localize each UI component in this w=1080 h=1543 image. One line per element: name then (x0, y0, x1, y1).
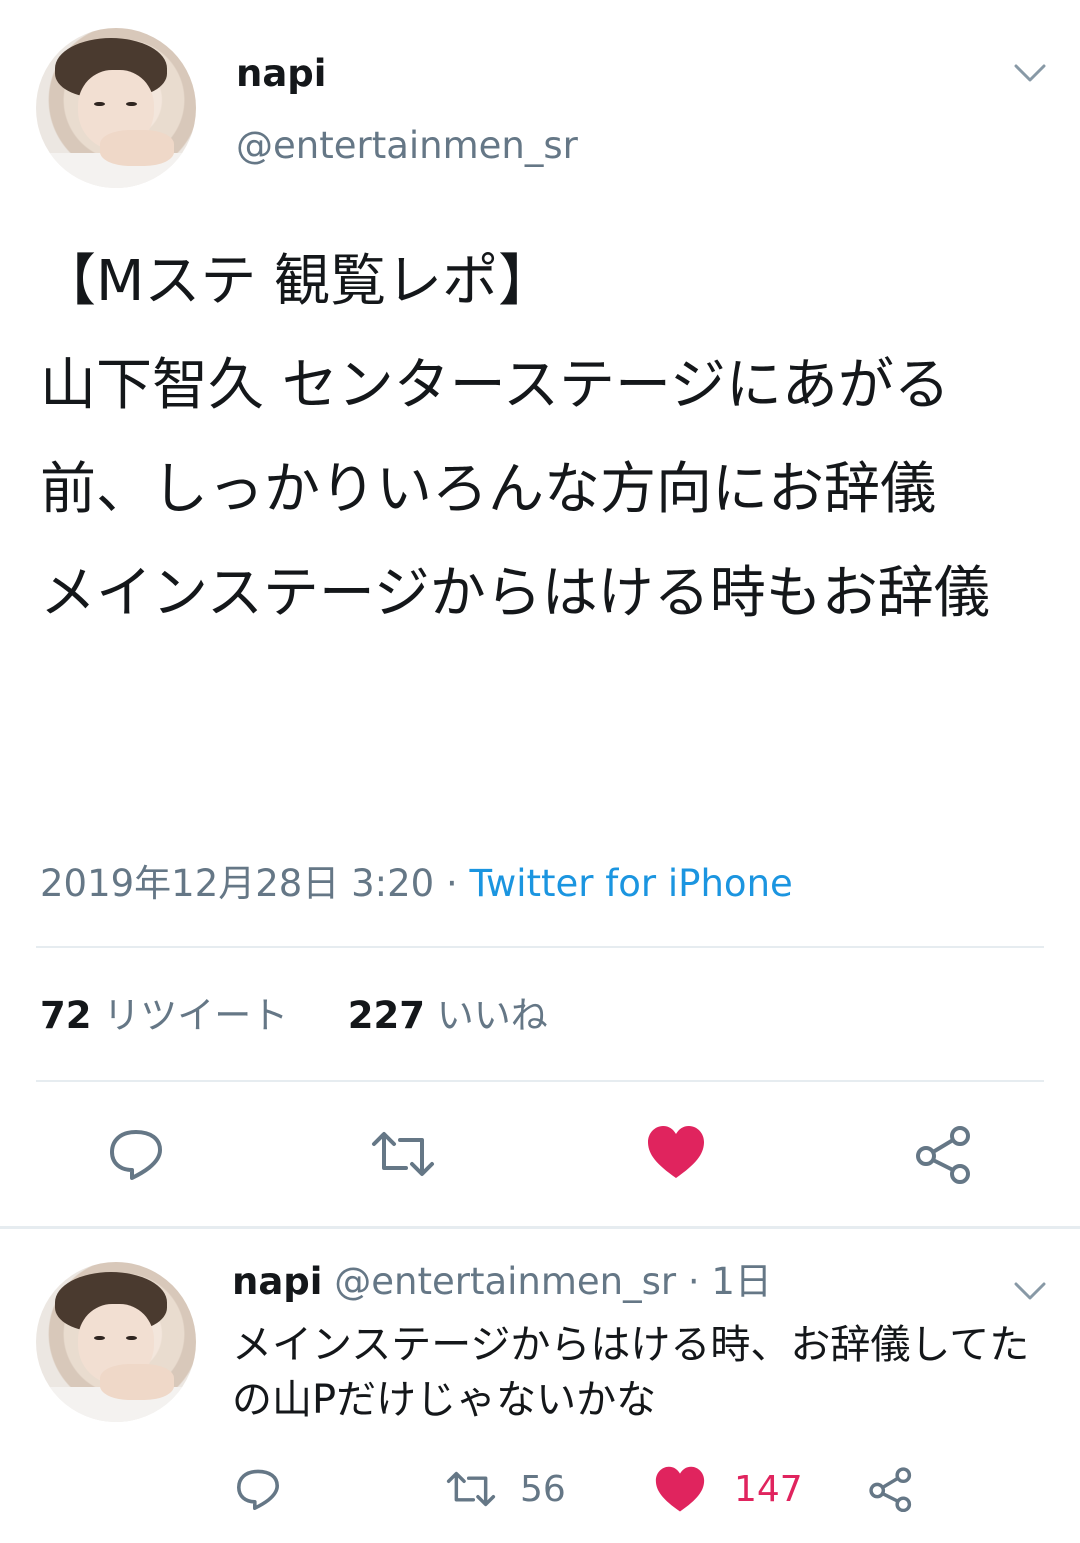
tweet-meta: 2019年12月28日 3:20 · Twitter for iPhone (40, 858, 793, 910)
like-stat[interactable]: 227 いいね (348, 994, 548, 1037)
divider (36, 946, 1044, 948)
like-count: 227 (347, 994, 426, 1037)
tweet-timestamp[interactable]: 2019年12月28日 3:20 (40, 862, 434, 905)
reply-retweet-count: 56 (520, 1469, 566, 1510)
author-handle[interactable]: @entertainmen_sr (236, 124, 578, 168)
reply-author-name[interactable]: napi (232, 1260, 322, 1303)
retweet-icon[interactable] (444, 1468, 498, 1510)
reply-time[interactable]: · 1日 (676, 1260, 772, 1303)
reply-text: メインステージからはける時、お辞儀してたの山Pだけじゃないかな (232, 1322, 1030, 1423)
share-icon[interactable] (912, 1124, 976, 1184)
retweet-count: 72 (40, 994, 92, 1037)
retweet-stat[interactable]: 72 リツイート (40, 994, 288, 1037)
retweet-label: リツイート (103, 994, 289, 1037)
heart-icon[interactable] (654, 1465, 706, 1515)
reply-author-avatar[interactable] (36, 1262, 196, 1422)
reply-like-count: 147 (734, 1469, 803, 1510)
share-icon[interactable] (866, 1466, 916, 1512)
divider (36, 1080, 1044, 1082)
tweet-source[interactable]: Twitter for iPhone (469, 862, 792, 905)
reply-author-handle[interactable]: @entertainmen_sr (334, 1260, 676, 1303)
reply-header: napi @entertainmen_sr · 1日 (232, 1258, 772, 1306)
tweet-text: 【Mステ 観覧レポ】 山下智久 センターステージにあがる前、しっかりいろんな方向… (40, 249, 990, 626)
chevron-down-icon[interactable] (1010, 58, 1050, 88)
chevron-down-icon[interactable] (1010, 1276, 1050, 1306)
meta-separator: · (434, 862, 470, 905)
heart-icon[interactable] (646, 1124, 706, 1182)
section-divider (0, 1226, 1080, 1229)
retweet-icon[interactable] (368, 1128, 438, 1180)
reply-icon[interactable] (234, 1466, 282, 1512)
like-label: いいね (436, 994, 548, 1037)
tweet-stats: 72 リツイート 227 いいね (40, 990, 548, 1042)
reply-icon[interactable] (106, 1126, 166, 1182)
author-name[interactable]: napi (236, 52, 326, 96)
author-avatar[interactable] (36, 28, 196, 188)
